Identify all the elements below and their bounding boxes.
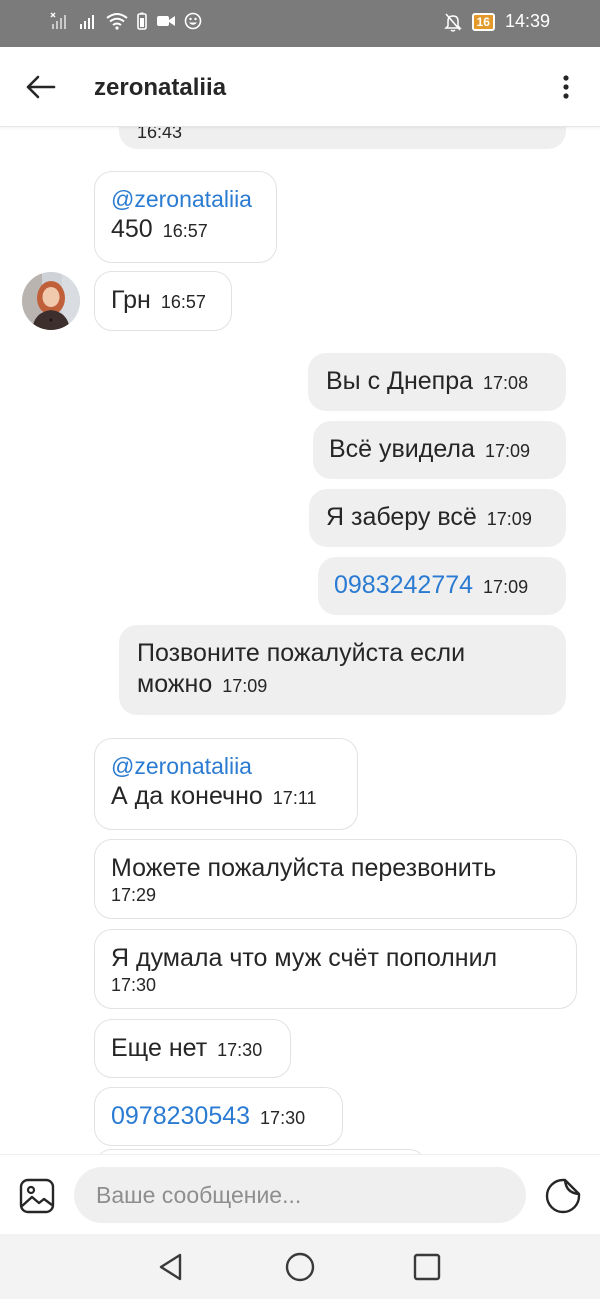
back-triangle-icon[interactable] (154, 1250, 188, 1284)
battery-level: 16 (471, 12, 495, 31)
message-bubble[interactable]: Я думала что муж счёт пополнил 17:30 (94, 929, 577, 1009)
message-bubble[interactable]: Можете пожалуйста перезвонить 17:29 (94, 839, 577, 919)
message-text: Вы с Днепра (326, 367, 474, 395)
message-bubble[interactable]: @zeronataliia А да конечно 17:11 (94, 738, 358, 830)
system-nav-bar (0, 1234, 600, 1299)
message-time: 17:08 (483, 373, 529, 393)
face-icon (184, 12, 202, 30)
message-time: 17:30 (217, 1040, 263, 1060)
message-bubble[interactable]: 16:43 (119, 127, 566, 149)
message-bubble[interactable]: Еще нет 17:30 (94, 1019, 291, 1078)
home-circle-icon[interactable] (283, 1250, 317, 1284)
message-time: 17:30 (260, 1108, 306, 1128)
message-text: Я думала что муж счёт пополнил (111, 944, 498, 972)
mention-link[interactable]: @zeronataliia (111, 751, 341, 781)
message-time: 16:57 (162, 221, 208, 241)
status-icons-right: 16 14:39 (443, 11, 550, 32)
video-call-icon (157, 16, 175, 26)
message-bubble[interactable]: Я заберу всё 17:09 (309, 489, 566, 547)
message-text: А да конечно (111, 782, 263, 810)
message-time: 16:57 (160, 292, 206, 312)
avatar-image (22, 272, 80, 330)
signal-icon (80, 15, 94, 29)
sticker-icon[interactable] (544, 1177, 582, 1215)
message-bubble[interactable]: 0983242774 17:09 (318, 557, 566, 615)
message-input[interactable] (74, 1167, 526, 1223)
recents-square-icon[interactable] (410, 1250, 444, 1284)
message-time: 17:11 (272, 788, 317, 808)
message-time: 17:09 (486, 509, 532, 529)
avatar[interactable] (22, 272, 80, 330)
message-text: Я заберу всё (326, 503, 477, 531)
message-text: 450 (111, 215, 153, 243)
message-text: Можете пожалуйста перезвонить (111, 854, 497, 882)
message-time: 17:30 (111, 975, 157, 995)
message-time: 16:43 (137, 127, 183, 142)
message-bubble[interactable]: @zeronataliia 450 16:57 (94, 171, 277, 263)
message-text: Грн (111, 286, 151, 314)
chat-header: zeronataliia (0, 47, 600, 127)
message-bubble[interactable]: 0978230543 17:30 (94, 1087, 343, 1146)
arrow-left-icon[interactable] (22, 69, 58, 105)
battery-saver-icon (137, 12, 147, 30)
message-text: Всё увидела (329, 435, 475, 463)
message-bubble[interactable]: Всё увидела 17:09 (313, 421, 566, 479)
no-sim-signal-icon (50, 12, 66, 29)
message-bubble[interactable]: Грн 16:57 (94, 271, 232, 331)
status-icons-left (50, 12, 202, 30)
status-time: 14:39 (504, 11, 550, 31)
message-thread[interactable]: 16:43 @zeronataliia 450 16:57 Грн 16:57 Вы… (0, 127, 600, 1154)
bell-off-icon (443, 12, 462, 32)
message-time: 17:09 (222, 676, 268, 696)
message-bubble[interactable]: Позвоните пожалуйста если можно 17:09 (119, 625, 566, 715)
vertical-dots-icon[interactable] (554, 71, 578, 103)
message-text-line2: можно (137, 670, 213, 698)
message-time: 17:09 (483, 577, 529, 597)
message-bubble[interactable]: Вы с Днепра 17:08 (308, 353, 566, 411)
wifi-icon (106, 13, 128, 30)
mention-link[interactable]: @zeronataliia (111, 184, 260, 214)
message-text: Позвоните пожалуйста если (137, 639, 466, 667)
status-bar: 16 14:39 (0, 0, 600, 47)
phone-link[interactable]: 0978230543 (111, 1102, 250, 1130)
message-composer (0, 1154, 600, 1234)
phone-link[interactable]: 0983242774 (334, 571, 473, 599)
message-time: 17:09 (484, 441, 530, 461)
gallery-icon[interactable] (18, 1177, 56, 1215)
message-text: Еще нет (111, 1034, 208, 1062)
message-time: 17:29 (111, 885, 157, 905)
chat-title[interactable]: zeronataliia (94, 74, 226, 102)
